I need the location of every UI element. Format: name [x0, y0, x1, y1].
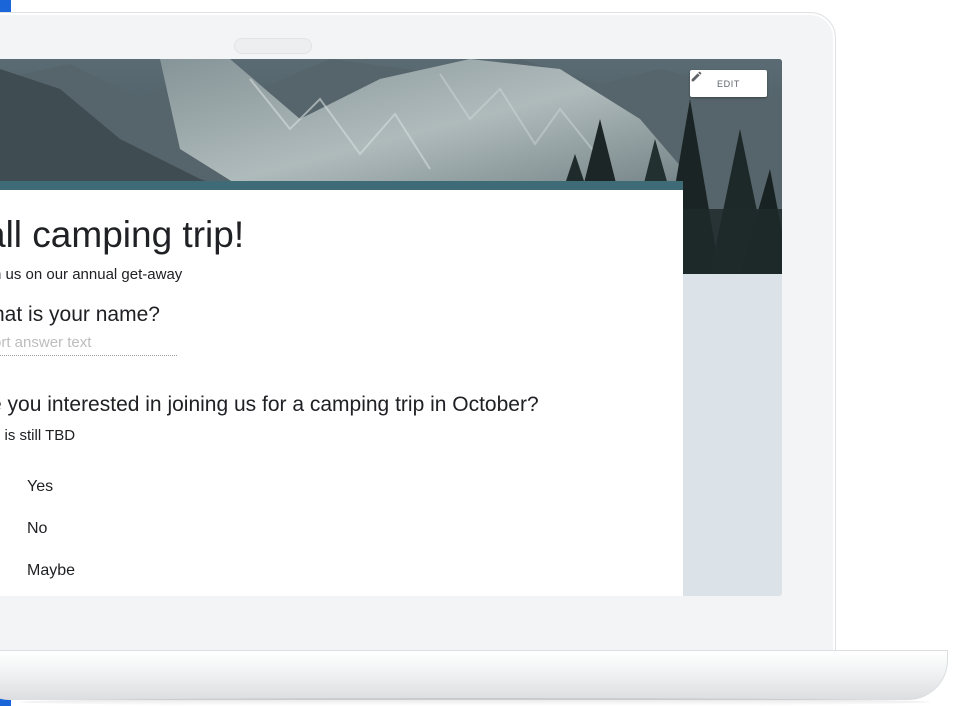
laptop-mockup: EDIT all camping trip! n us on our annua… [0, 0, 959, 706]
form-description: n us on our annual get-away [0, 266, 183, 283]
pencil-icon [691, 71, 702, 82]
theme-accent-bar [0, 181, 683, 190]
edit-button[interactable]: EDIT [690, 70, 767, 97]
option-maybe[interactable]: Maybe [27, 562, 75, 580]
option-yes[interactable]: Yes [27, 478, 53, 496]
laptop-base [0, 650, 948, 700]
form-title: all camping trip! [0, 214, 245, 255]
question-interest-description: e is still TBD [0, 427, 76, 444]
question-interest-title: e you interested in joining us for a cam… [0, 393, 539, 416]
camera-notch [234, 38, 312, 54]
question-name-title: hat is your name? [0, 303, 160, 326]
laptop-shadow [20, 698, 930, 706]
form-card: all camping trip! n us on our annual get… [0, 190, 683, 596]
option-no[interactable]: No [27, 520, 47, 538]
short-answer-field[interactable]: ort answer text [0, 334, 177, 356]
edit-label: EDIT [717, 78, 740, 89]
laptop-screen: EDIT all camping trip! n us on our annua… [0, 59, 782, 596]
